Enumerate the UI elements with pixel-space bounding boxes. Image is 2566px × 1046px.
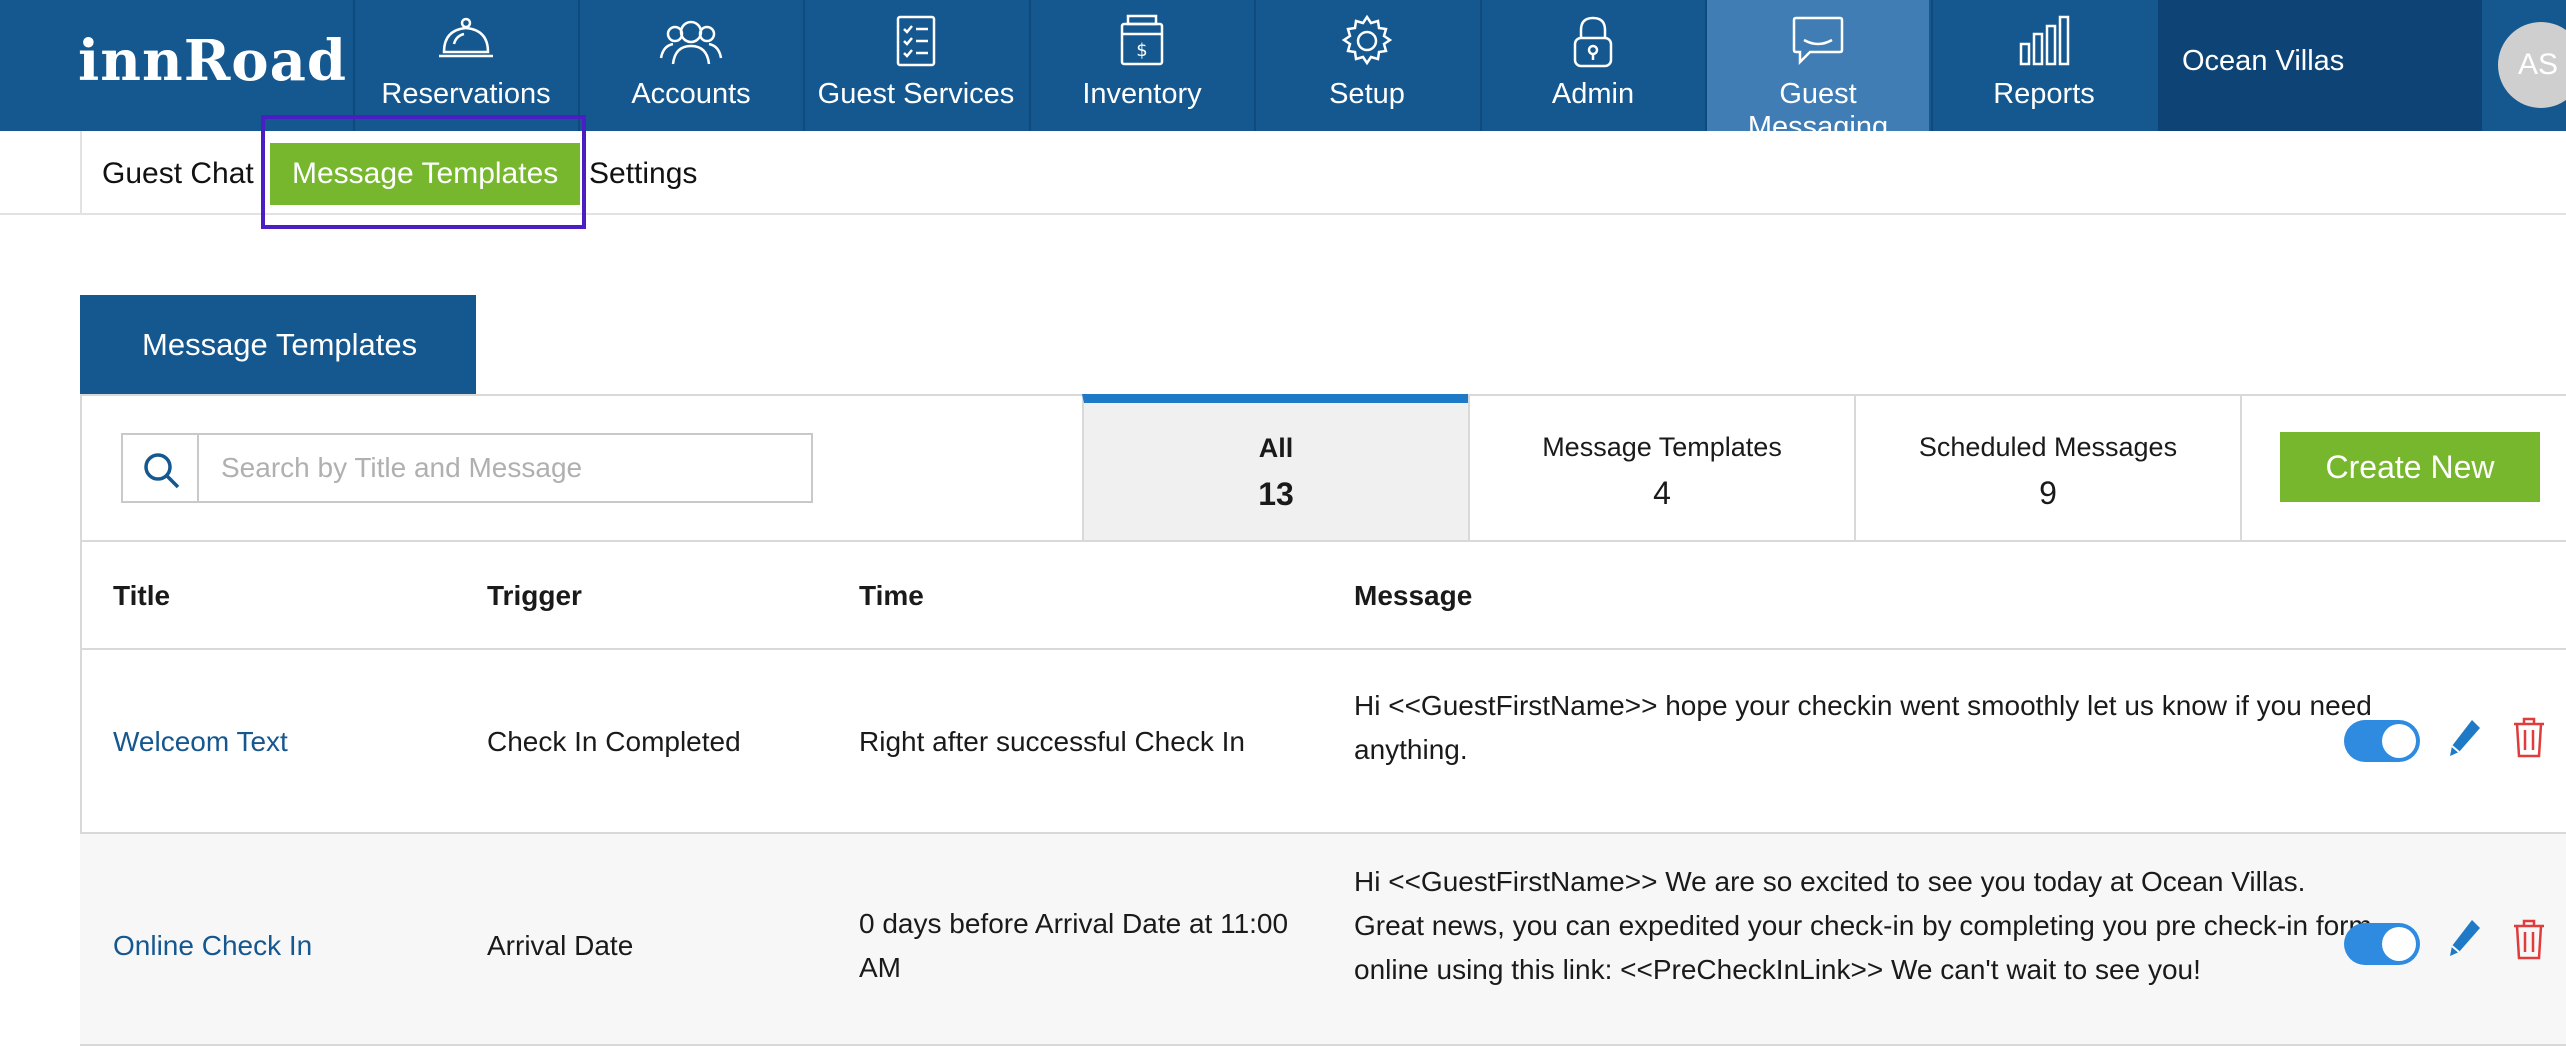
user-avatar[interactable]: AS (2498, 22, 2566, 108)
nav-item-reservations[interactable]: Reservations (353, 0, 577, 131)
checklist-icon (896, 15, 936, 67)
column-header-message[interactable]: Message (1354, 580, 1472, 612)
nav-item-guest-services[interactable]: Guest Services (803, 0, 1027, 131)
nav-label: Reservations (381, 78, 551, 110)
filter-label: Message Templates (1542, 432, 1782, 462)
template-time: 0 days before Arrival Date at 11:00 AM (859, 908, 1289, 983)
gear-icon (1341, 14, 1393, 66)
search-icon (144, 453, 180, 489)
toggle-knob (2382, 724, 2416, 758)
template-title-link[interactable]: Online Check In (113, 924, 312, 968)
bar-chart-icon (2019, 15, 2070, 66)
filter-count: 4 (1653, 475, 1671, 511)
users-icon (659, 20, 723, 65)
cash-register-icon: $ (1120, 14, 1164, 66)
delete-trash-icon[interactable] (2512, 716, 2546, 758)
enable-toggle[interactable] (2344, 923, 2420, 965)
nav-label: Guest Services (817, 78, 1015, 110)
edit-pencil-icon[interactable] (2448, 918, 2482, 958)
search-button[interactable] (123, 435, 199, 501)
nav-item-accounts[interactable]: Accounts (578, 0, 802, 131)
innroad-logo[interactable]: innRoad (78, 28, 347, 94)
toggle-knob (2382, 927, 2416, 961)
filter-scheduled-messages[interactable]: Scheduled Messages 9 (1854, 394, 2240, 540)
filter-count: 13 (1258, 476, 1294, 512)
lock-icon (1573, 16, 1613, 68)
column-header-time[interactable]: Time (859, 580, 924, 612)
filter-all[interactable]: All 13 (1082, 394, 1468, 540)
nav-label: Accounts (631, 78, 751, 110)
nav-item-inventory[interactable]: $ Inventory (1029, 0, 1253, 131)
delete-trash-icon[interactable] (2512, 918, 2546, 960)
bell-icon (439, 17, 493, 58)
filter-count: 9 (2039, 475, 2057, 511)
tab-settings[interactable]: Settings (589, 143, 697, 205)
tab-guest-chat[interactable]: Guest Chat (102, 143, 254, 205)
top-navigation-bar: innRoad Reservations Accounts Guest Serv… (0, 0, 2566, 143)
column-header-trigger[interactable]: Trigger (487, 580, 582, 612)
table-header: Title Trigger Time Message (80, 540, 2566, 650)
nav-item-reports[interactable]: Reports (1931, 0, 2155, 131)
template-time: Right after successful Check In (859, 726, 1245, 757)
create-new-button[interactable]: Create New (2280, 432, 2540, 502)
nav-item-guest-messaging[interactable]: Guest Messaging (1705, 0, 1929, 143)
chat-icon (1792, 16, 1844, 66)
nav-label: Setup (1329, 78, 1405, 110)
table-row: Welceom Text Check In Completed Right af… (80, 650, 2566, 834)
panel-title: Message Templates (80, 295, 476, 394)
highlight-annotation (261, 115, 586, 229)
filter-label: All (1258, 433, 1294, 463)
property-selector[interactable]: Ocean Villas (2158, 0, 2482, 131)
edit-pencil-icon[interactable] (2448, 718, 2482, 758)
enable-toggle[interactable] (2344, 720, 2420, 762)
nav-label: Reports (1993, 78, 2095, 110)
divider (80, 131, 82, 213)
column-header-title[interactable]: Title (113, 580, 170, 612)
nav-item-admin[interactable]: Admin (1480, 0, 1704, 131)
search-box (121, 433, 813, 503)
table-row: Online Check In Arrival Date 0 days befo… (80, 834, 2566, 1046)
nav-label: Admin (1551, 78, 1635, 110)
filter-message-templates[interactable]: Message Templates 4 (1468, 394, 1854, 540)
svg-text:$: $ (1136, 40, 1147, 61)
template-trigger: Check In Completed (487, 726, 741, 757)
template-trigger: Arrival Date (487, 930, 634, 961)
template-message: Hi <<GuestFirstName>> We are so excited … (1354, 866, 2372, 985)
template-message: Hi <<GuestFirstName>> hope your checkin … (1354, 690, 2372, 765)
nav-item-setup[interactable]: Setup (1254, 0, 1478, 131)
template-title-link[interactable]: Welceom Text (113, 720, 288, 764)
nav-label: Inventory (1082, 78, 1202, 110)
search-input[interactable] (201, 435, 811, 501)
filter-label: Scheduled Messages (1918, 432, 2178, 462)
